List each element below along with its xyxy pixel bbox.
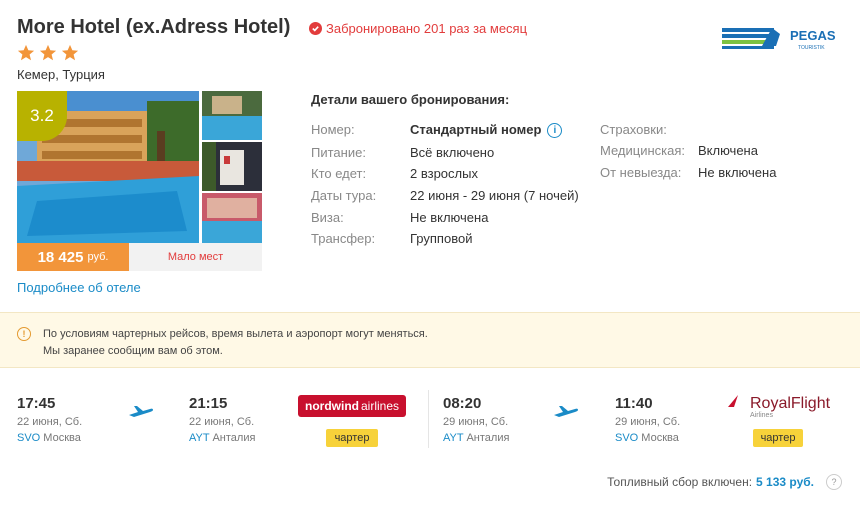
booked-text: Забронировано 201 раз за месяц	[326, 21, 528, 36]
fuel-charge: Топливный сбор включен: 5 133 руб. ?	[607, 474, 842, 490]
insurance-value-medical: Включена	[698, 143, 758, 158]
fuel-label: Топливный сбор включен:	[607, 475, 753, 489]
nordwind-logo: nordwind airlines	[298, 395, 406, 417]
svg-text:RoyalFlight: RoyalFlight	[750, 395, 831, 412]
hotel-name: More Hotel (ex.Adress Hotel)	[17, 16, 291, 38]
info-icon[interactable]: i	[547, 123, 563, 139]
star-icon	[17, 44, 35, 61]
hotel-location: Кемер, Турция	[17, 67, 105, 82]
svg-text:TOURISTIK: TOURISTIK	[798, 45, 825, 51]
detail-label-dates: Даты тура:	[311, 188, 377, 203]
star-icon	[39, 44, 57, 61]
hotel-photo-thumb[interactable]	[202, 193, 262, 243]
few-places-label: Мало мест	[129, 243, 262, 271]
plane-icon	[129, 406, 153, 417]
star-rating	[17, 44, 79, 62]
check-icon	[309, 22, 322, 35]
insurance-label-medical: Медицинская:	[600, 143, 686, 158]
warning-icon: !	[17, 327, 31, 341]
outbound-charter-badge: чартер	[326, 429, 378, 447]
svg-text:Airlines: Airlines	[750, 412, 773, 419]
detail-value-room: Стандартный номер i	[410, 122, 563, 139]
price-value: 18 425	[37, 248, 84, 266]
detail-value-meals: Всё включено	[410, 145, 495, 160]
star-icon	[61, 44, 79, 61]
royalflight-logo: RoyalFlight Airlines	[728, 395, 831, 419]
svg-text:PEGAS: PEGAS	[790, 28, 836, 43]
flight-divider	[428, 390, 429, 448]
booking-details-title: Детали вашего бронирования:	[311, 92, 510, 107]
outbound-arrival-time: 21:15	[189, 395, 228, 412]
hotel-photo-main[interactable]: 3.2	[17, 91, 199, 243]
notice-line-2: Мы заранее сообщим вам об этом.	[43, 345, 223, 357]
return-departure-airport: AYT Анталия	[443, 432, 510, 444]
outbound-departure-date: 22 июня, Сб.	[17, 416, 83, 428]
booked-badge: Забронировано 201 раз за месяц	[309, 21, 527, 36]
pegas-logo: PEGAS TOURISTIK	[722, 28, 836, 51]
price-box[interactable]: 18 425 руб.	[17, 243, 129, 271]
rating-badge: 3.2	[17, 91, 67, 141]
detail-label-guests: Кто едет:	[311, 166, 367, 181]
return-departure-time: 08:20	[443, 395, 482, 412]
insurance-title: Страховки:	[600, 122, 667, 137]
detail-value-visa: Не включена	[410, 210, 489, 225]
outbound-departure-airport: SVO Москва	[17, 432, 81, 444]
price-currency: руб.	[87, 251, 109, 263]
insurance-value-cancel: Не включена	[698, 165, 777, 180]
outbound-departure-time: 17:45	[17, 395, 56, 412]
return-arrival-date: 29 июня, Сб.	[615, 416, 681, 428]
detail-value-dates: 22 июня - 29 июня (7 ночей)	[410, 188, 579, 203]
charter-notice: ! По условиям чартерных рейсов, время вы…	[0, 312, 860, 368]
detail-label-meals: Питание:	[311, 145, 366, 160]
detail-label-transfer: Трансфер:	[311, 231, 376, 246]
help-icon[interactable]: ?	[826, 474, 842, 490]
detail-value-transfer: Групповой	[410, 231, 473, 246]
plane-icon	[554, 406, 578, 417]
insurance-label-cancel: От невыезда:	[600, 165, 682, 180]
fuel-amount: 5 133 руб.	[756, 475, 814, 489]
detail-label-visa: Виза:	[311, 210, 344, 225]
hotel-photos[interactable]: 3.2	[17, 91, 262, 243]
detail-value-guests: 2 взрослых	[410, 166, 478, 181]
detail-label-room: Номер:	[311, 122, 355, 137]
room-type: Стандартный номер	[410, 122, 542, 137]
outbound-arrival-date: 22 июня, Сб.	[189, 416, 255, 428]
hotel-photo-thumb[interactable]	[202, 142, 262, 191]
hotel-details-link[interactable]: Подробнее об отеле	[17, 280, 141, 295]
return-departure-date: 29 июня, Сб.	[443, 416, 509, 428]
hotel-photo-thumb[interactable]	[202, 91, 262, 140]
outbound-arrival-airport: AYT Анталия	[189, 432, 256, 444]
return-arrival-airport: SVO Москва	[615, 432, 679, 444]
notice-line-1: По условиям чартерных рейсов, время выле…	[43, 328, 428, 340]
return-arrival-time: 11:40	[615, 395, 653, 412]
return-charter-badge: чартер	[753, 429, 803, 447]
